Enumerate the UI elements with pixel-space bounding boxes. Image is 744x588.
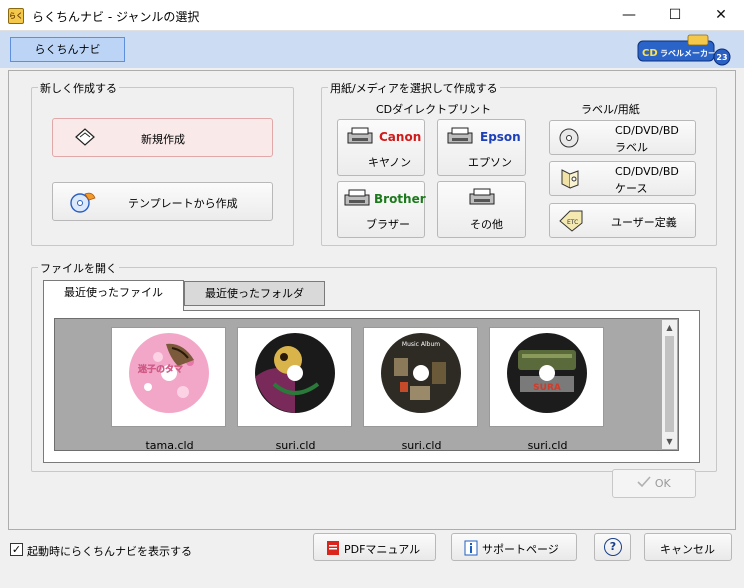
- cd-disc-icon: [559, 128, 579, 148]
- logo-badge: 23: [716, 53, 727, 62]
- printer-other-button[interactable]: その他: [437, 181, 526, 238]
- printer-icon: [344, 189, 370, 206]
- product-logo: CD ラベルメーカー 23: [637, 34, 731, 66]
- epson-brand: Epson: [480, 130, 521, 144]
- cancel-label: キャンセル: [660, 543, 715, 556]
- thumbnail-gallery: 迷子のタマ tama.cld suri.cld Music Album suri…: [54, 318, 679, 452]
- file-name: suri.cld: [401, 439, 442, 452]
- file-thumbnail[interactable]: suri.cld: [237, 327, 352, 452]
- disc-text: Music Album: [402, 341, 440, 348]
- disc-text: 迷子のタマ: [137, 363, 183, 375]
- tab-recent-folders[interactable]: 最近使ったフォルダ: [184, 281, 325, 306]
- file-thumbnail[interactable]: SURA suri.cld: [489, 327, 604, 452]
- user-defined-label: ユーザー定義: [611, 216, 677, 229]
- disc-thumbnail-tama: 迷子のタマ: [129, 333, 209, 413]
- canon-brand: Canon: [379, 130, 422, 144]
- diamond-outline-icon: [75, 128, 95, 146]
- cd-label-button[interactable]: CD/DVD/BD ラベル: [549, 120, 696, 155]
- open-file-group-label: ファイルを開く: [38, 260, 119, 276]
- cd-case-line2: ケース: [615, 182, 648, 195]
- file-name: suri.cld: [527, 439, 568, 452]
- disc-thumbnail-suri-2: Music Album: [381, 333, 461, 413]
- scroll-down-icon[interactable]: ▼: [662, 437, 677, 446]
- svg-text:CD: CD: [642, 48, 658, 59]
- other-printer-name: その他: [470, 218, 503, 231]
- ok-button[interactable]: OK: [612, 469, 696, 498]
- cd-case-line1: CD/DVD/BD: [615, 165, 679, 178]
- epson-name: エプソン: [468, 156, 512, 169]
- label-paper-heading: ラベル/用紙: [581, 103, 640, 116]
- cd-case-icon: [561, 169, 579, 189]
- template-create-button[interactable]: テンプレートから作成: [52, 182, 273, 221]
- printer-icon: [469, 188, 495, 205]
- recent-files-pane: 迷子のタマ tama.cld suri.cld Music Album suri…: [43, 310, 700, 463]
- template-create-label: テンプレートから作成: [128, 197, 238, 210]
- svg-text:ETC: ETC: [567, 219, 578, 226]
- new-group: 新しく作成する: [31, 80, 294, 246]
- scrollbar-thumb[interactable]: [665, 336, 674, 432]
- svg-text:ラベルメーカー: ラベルメーカー: [660, 49, 716, 58]
- startup-checkbox-label: 起動時にらくちんナビを表示する: [27, 545, 192, 558]
- help-icon: ?: [604, 538, 622, 556]
- cd-template-icon: [70, 192, 96, 213]
- new-group-label: 新しく作成する: [38, 80, 119, 96]
- file-name: tama.cld: [145, 439, 194, 452]
- rakuchin-navi-tab[interactable]: らくちんナビ: [10, 37, 125, 62]
- brother-brand: Brother: [374, 192, 426, 206]
- cd-label-line1: CD/DVD/BD: [615, 124, 679, 137]
- title-bar: らく らくちんナビ - ジャンルの選択 — ☐ ✕: [0, 0, 744, 31]
- main-panel: 新しく作成する 新規作成 テンプレートから作成 用紙/メディアを選択して作成する…: [8, 70, 736, 530]
- app-icon: らく: [8, 8, 24, 24]
- disc-thumbnail-suri-1: [255, 333, 335, 413]
- pdf-icon: [327, 541, 339, 555]
- new-create-label: 新規作成: [141, 133, 185, 146]
- startup-checkbox[interactable]: ✓: [10, 543, 23, 556]
- brother-name: ブラザー: [366, 218, 410, 231]
- support-page-button[interactable]: サポートページ: [451, 533, 577, 561]
- user-defined-button[interactable]: ETC ユーザー定義: [549, 203, 696, 238]
- media-group-label: 用紙/メディアを選択して作成する: [328, 80, 500, 96]
- minimize-button[interactable]: —: [606, 0, 652, 31]
- file-thumbnail[interactable]: Music Album suri.cld: [363, 327, 478, 452]
- printer-canon-button[interactable]: Canon キヤノン: [337, 119, 425, 176]
- close-button[interactable]: ✕: [698, 0, 744, 31]
- support-page-label: サポートページ: [482, 543, 559, 556]
- new-create-button[interactable]: 新規作成: [52, 118, 273, 157]
- maximize-button[interactable]: ☐: [652, 0, 698, 31]
- window-title: らくちんナビ - ジャンルの選択: [32, 10, 200, 24]
- header-band: らくちんナビ CD ラベルメーカー 23: [0, 31, 744, 68]
- canon-name: キヤノン: [368, 156, 412, 169]
- file-name: suri.cld: [275, 439, 316, 452]
- check-icon: [637, 476, 651, 488]
- printer-icon: [347, 127, 373, 144]
- gallery-scrollbar[interactable]: ▲ ▼: [662, 320, 677, 449]
- disc-text: SURA: [533, 383, 561, 393]
- pdf-manual-label: PDFマニュアル: [344, 543, 421, 556]
- cd-label-line2: ラベル: [615, 141, 648, 154]
- printer-epson-button[interactable]: Epson エプソン: [437, 119, 526, 176]
- file-thumbnail[interactable]: 迷子のタマ tama.cld: [111, 327, 226, 452]
- tab-recent-files[interactable]: 最近使ったファイル: [43, 280, 184, 311]
- help-button[interactable]: ?: [594, 533, 631, 561]
- ok-label: OK: [654, 477, 671, 490]
- cancel-button[interactable]: キャンセル: [644, 533, 732, 561]
- disc-thumbnail-suri-3: SURA: [507, 333, 587, 413]
- printer-brother-button[interactable]: Brother ブラザー: [337, 181, 426, 238]
- scroll-up-icon[interactable]: ▲: [662, 323, 677, 332]
- pdf-manual-button[interactable]: PDFマニュアル: [313, 533, 436, 561]
- info-icon: [464, 540, 478, 556]
- cd-case-button[interactable]: CD/DVD/BD ケース: [549, 161, 696, 196]
- cd-direct-print-heading: CDダイレクトプリント: [376, 103, 492, 116]
- printer-icon: [447, 127, 473, 144]
- etc-tag-icon: ETC: [559, 210, 583, 232]
